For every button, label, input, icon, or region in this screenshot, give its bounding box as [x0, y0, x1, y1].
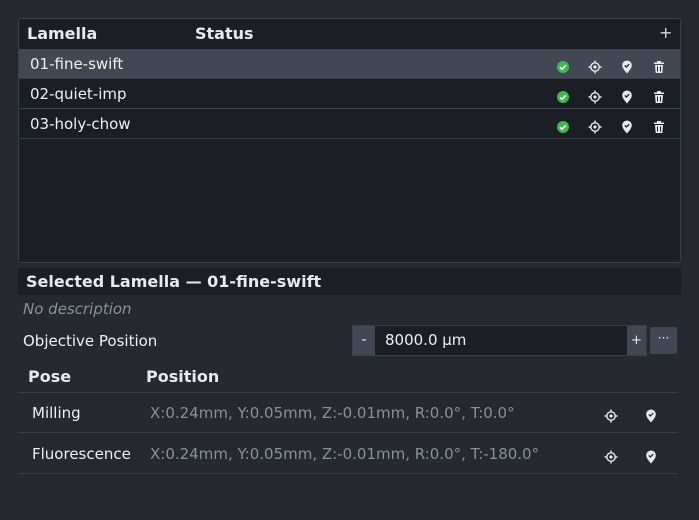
column-header-pose: Pose: [28, 367, 72, 386]
crosshair-icon[interactable]: [588, 90, 602, 104]
map-pin-icon[interactable]: [620, 90, 634, 104]
lamella-name: 03-holy-chow: [30, 115, 131, 133]
pose-name: Fluorescence: [32, 445, 131, 463]
pose-position: X:0.24mm, Y:0.05mm, Z:-0.01mm, R:0.0°, T…: [150, 404, 515, 422]
lamella-name: 01-fine-swift: [30, 55, 124, 73]
check-circle-icon: [557, 91, 569, 103]
column-header-lamella: Lamella: [27, 24, 98, 43]
pose-name: Milling: [32, 404, 81, 422]
map-pin-icon[interactable]: [644, 409, 658, 423]
pose-position: X:0.24mm, Y:0.05mm, Z:-0.01mm, R:0.0°, T…: [150, 445, 540, 463]
check-circle-icon: [557, 121, 569, 133]
check-circle-icon: [557, 61, 569, 73]
trash-icon[interactable]: [652, 120, 666, 134]
trash-icon[interactable]: [652, 90, 666, 104]
add-lamella-button[interactable]: +: [659, 23, 672, 42]
lamella-name: 02-quiet-imp: [30, 85, 127, 103]
increment-button[interactable]: +: [627, 326, 646, 355]
map-pin-icon[interactable]: [620, 120, 634, 134]
pose-table-header: Pose Position: [18, 362, 677, 393]
map-pin-icon[interactable]: [620, 60, 634, 74]
objective-position-spinbox[interactable]: - 8000.0 µm +: [352, 325, 647, 356]
objective-position-label: Objective Position: [23, 332, 158, 350]
selected-lamella-header: Selected Lamella — 01-fine-swift: [18, 268, 681, 295]
crosshair-icon[interactable]: [588, 60, 602, 74]
objective-position-value[interactable]: 8000.0 µm: [385, 331, 466, 349]
more-options-button[interactable]: ···: [650, 327, 677, 354]
description-text: No description: [23, 300, 132, 318]
crosshair-icon[interactable]: [604, 409, 618, 423]
decrement-button[interactable]: -: [353, 326, 375, 355]
column-header-status: Status: [195, 24, 254, 43]
column-header-position: Position: [146, 367, 220, 386]
trash-icon[interactable]: [652, 60, 666, 74]
map-pin-icon[interactable]: [644, 450, 658, 464]
lamella-table-header: Lamella Status +: [19, 19, 680, 49]
lamella-row-03-holy-chow[interactable]: 03-holy-chow: [19, 109, 680, 139]
crosshair-icon[interactable]: [604, 450, 618, 464]
selected-lamella-title: Selected Lamella — 01-fine-swift: [26, 272, 322, 291]
lamella-row-02-quiet-imp[interactable]: 02-quiet-imp: [19, 79, 680, 109]
pose-row-milling: Milling X:0.24mm, Y:0.05mm, Z:-0.01mm, R…: [18, 393, 677, 433]
crosshair-icon[interactable]: [588, 120, 602, 134]
lamella-table: Lamella Status + 01-fine-swift 02-quiet-…: [18, 18, 681, 263]
lamella-row-01-fine-swift[interactable]: 01-fine-swift: [19, 49, 680, 79]
pose-row-fluorescence: Fluorescence X:0.24mm, Y:0.05mm, Z:-0.01…: [18, 434, 677, 474]
